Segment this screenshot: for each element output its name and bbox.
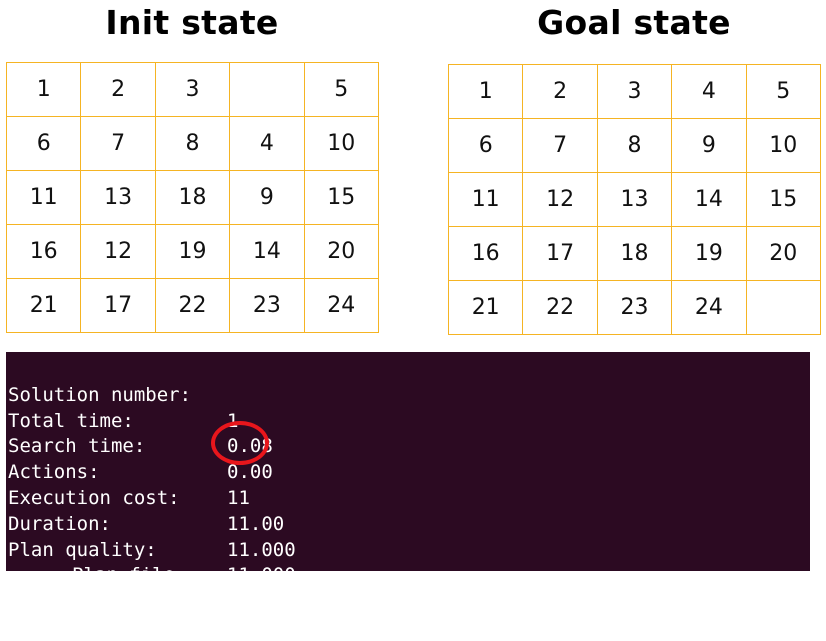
terminal-line-solution-number: Solution number: 1	[6, 357, 810, 432]
goal-cell: 6	[447, 118, 524, 173]
init-row-5: 21 17 22 23 24	[5, 278, 380, 333]
terminal-line-actions: Actions: 11	[6, 434, 810, 509]
terminal-line-execution-cost: Execution cost: 11.00	[6, 460, 810, 535]
init-cell: 12	[80, 224, 156, 279]
goal-cell: 15	[745, 172, 822, 227]
init-cell: 4	[229, 116, 305, 171]
goal-cell: 2	[522, 64, 598, 119]
goal-cell: 14	[671, 172, 747, 227]
init-cell: 7	[80, 116, 156, 171]
goal-cell: 12	[522, 172, 598, 227]
init-state-title: Init state	[105, 3, 279, 42]
init-cell: 24	[303, 278, 380, 333]
goal-cell: 7	[522, 118, 598, 173]
goal-cell: 20	[745, 226, 822, 281]
goal-row-2: 6 7 8 9 10	[447, 118, 822, 173]
goal-cell: 21	[447, 280, 524, 335]
goal-cell-blank	[745, 280, 822, 335]
init-row-4: 16 12 19 14 20	[5, 224, 380, 279]
terminal-output: Solution number: 1 Total time: 0.08 Sear…	[6, 352, 810, 612]
init-cell: 23	[229, 278, 305, 333]
init-cell-blank	[229, 62, 305, 117]
goal-cell: 3	[596, 64, 673, 119]
init-cell: 5	[303, 62, 380, 117]
goal-cell: 11	[447, 172, 524, 227]
goal-cell: 16	[447, 226, 524, 281]
init-cell: 2	[80, 62, 156, 117]
terminal-label: Plan file:	[72, 564, 187, 587]
init-cell: 18	[154, 170, 231, 225]
terminal-value: plan_5puzzle2_wyj2_problem.pddl_1.SOL	[290, 590, 714, 613]
goal-row-5: 21 22 23 24	[447, 280, 822, 335]
terminal-line-duration: Duration: 11.000	[6, 486, 810, 561]
terminal-value: 11.000	[227, 564, 296, 587]
init-cell: 3	[154, 62, 231, 117]
init-cell: 19	[154, 224, 231, 279]
init-row-2: 6 7 8 4 10	[5, 116, 380, 171]
goal-cell: 1	[447, 64, 524, 119]
init-state-grid: 1 2 3 5 6 7 8 4 10 11 13 18 9 15 16 12 1…	[5, 62, 380, 333]
goal-state-title: Goal state	[537, 3, 731, 42]
init-cell: 10	[303, 116, 380, 171]
terminal-line-search-time: Search time: 0.00	[6, 409, 810, 483]
terminal-line-plan-file: Plan file: plan_5puzzle2_wyj2_problem.pd…	[6, 538, 810, 612]
init-cell: 22	[154, 278, 231, 333]
goal-cell: 23	[596, 280, 673, 335]
goal-cell: 19	[671, 226, 747, 281]
goal-state-grid: 1 2 3 4 5 6 7 8 9 10 11 12 13 14 15 16 1…	[447, 64, 822, 335]
terminal-line-plan-quality: Plan quality: 11.000	[6, 512, 810, 587]
goal-row-4: 16 17 18 19 20	[447, 226, 822, 281]
goal-cell: 18	[596, 226, 673, 281]
goal-cell: 24	[671, 280, 747, 335]
goal-row-3: 11 12 13 14 15	[447, 172, 822, 227]
init-cell: 9	[229, 170, 305, 225]
init-cell: 16	[5, 224, 82, 279]
init-cell: 14	[229, 224, 305, 279]
goal-cell: 4	[671, 64, 747, 119]
goal-cell: 17	[522, 226, 598, 281]
init-cell: 21	[5, 278, 82, 333]
goal-row-1: 1 2 3 4 5	[447, 64, 822, 119]
init-row-3: 11 13 18 9 15	[5, 170, 380, 225]
init-cell: 20	[303, 224, 380, 279]
terminal-line-total-time: Total time: 0.08	[6, 383, 810, 458]
init-cell: 17	[80, 278, 156, 333]
goal-cell: 10	[745, 118, 822, 173]
goal-cell: 22	[522, 280, 598, 335]
init-cell: 11	[5, 170, 82, 225]
goal-cell: 9	[671, 118, 747, 173]
goal-cell: 8	[596, 118, 673, 173]
init-cell: 1	[5, 62, 82, 117]
goal-cell: 5	[745, 64, 822, 119]
init-cell: 8	[154, 116, 231, 171]
goal-cell: 13	[596, 172, 673, 227]
init-cell: 15	[303, 170, 380, 225]
init-cell: 6	[5, 116, 82, 171]
init-cell: 13	[80, 170, 156, 225]
actions-highlight-circle	[211, 421, 269, 465]
init-row-1: 1 2 3 5	[5, 62, 380, 117]
